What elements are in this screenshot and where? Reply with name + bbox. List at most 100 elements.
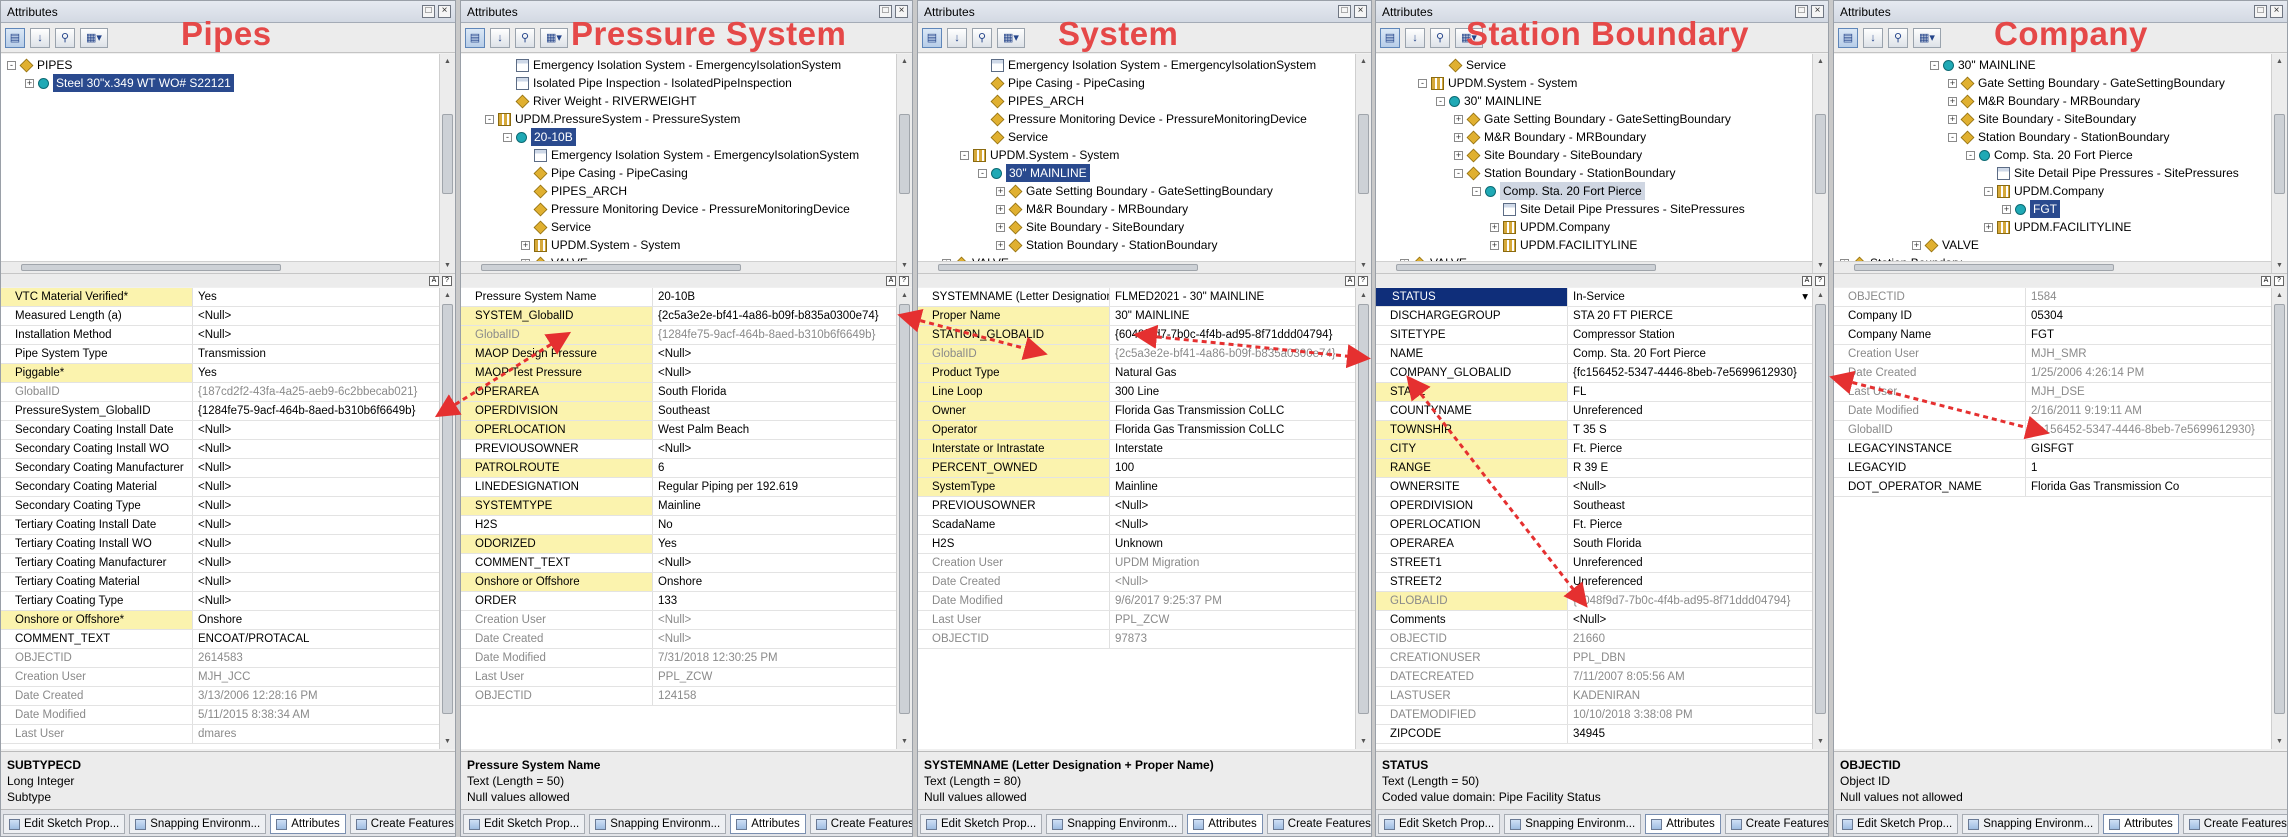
tree-node[interactable]: Pipe Casing - PipeCasing xyxy=(461,164,896,182)
attribute-row[interactable]: DATECREATED 7/11/2007 8:05:56 AM xyxy=(1376,668,1812,687)
tree-node[interactable]: PIPES_ARCH xyxy=(461,182,896,200)
attribute-row[interactable]: GlobalID {fc156452-5347-4446-8beb-7e56996… xyxy=(1834,421,2271,440)
tree-node[interactable]: - UPDM.System - System xyxy=(1376,74,1812,92)
attribute-value[interactable]: West Palm Beach xyxy=(653,421,896,439)
tree-node[interactable]: + UPDM.FACILITYLINE xyxy=(1376,236,1812,254)
scroll-up-icon[interactable]: ▲ xyxy=(442,56,453,67)
attribute-row[interactable]: Date Created <Null> xyxy=(461,630,896,649)
sort-ascending-icon[interactable]: ↓ xyxy=(947,27,967,48)
scroll-thumb[interactable] xyxy=(481,264,741,271)
sort-icon[interactable]: A xyxy=(2261,276,2271,286)
tree-node-label[interactable]: PIPES_ARCH xyxy=(1008,92,1084,110)
tab-create-features[interactable]: Create Features xyxy=(349,814,455,834)
scroll-up-icon[interactable]: ▲ xyxy=(2274,56,2285,67)
close-icon[interactable]: × xyxy=(1811,5,1824,18)
attribute-value[interactable]: Unreferenced xyxy=(1568,573,1812,591)
attribute-value[interactable]: 05304 xyxy=(2026,307,2271,325)
attribute-row[interactable]: COMMENT_TEXT <Null> xyxy=(461,554,896,573)
attribute-row[interactable]: STATUS In-Service ▾ xyxy=(1376,288,1812,307)
attribute-value[interactable]: Yes xyxy=(193,288,439,306)
attribute-row[interactable]: VTC Material Verified* Yes xyxy=(1,288,439,307)
attribute-row[interactable]: STATE FL xyxy=(1376,383,1812,402)
attribute-value[interactable]: <Null> xyxy=(1110,516,1355,534)
attribute-row[interactable]: OPERDIVISION Southeast xyxy=(1376,497,1812,516)
find-related-icon[interactable]: ⚲ xyxy=(1888,27,1908,48)
attribute-grid[interactable]: OBJECTID 1584 Company ID 05304 Company Name F… xyxy=(1834,288,2271,749)
tree-node[interactable]: + M&R Boundary - MRBoundary xyxy=(1834,92,2271,110)
attribute-row[interactable]: Installation Method <Null> xyxy=(1,326,439,345)
attribute-value[interactable]: <Null> xyxy=(653,345,896,363)
close-icon[interactable]: × xyxy=(1354,5,1367,18)
panel-splitter[interactable]: A? xyxy=(1376,273,1828,287)
attribute-value[interactable]: <Null> xyxy=(193,535,439,553)
tree-node-label[interactable]: Station Boundary - StationBoundary xyxy=(1026,236,1217,254)
attribute-row[interactable]: RANGE R 39 E xyxy=(1376,459,1812,478)
tree-node-label[interactable]: Service xyxy=(551,218,591,236)
attribute-grid[interactable]: VTC Material Verified* Yes Measured Length… xyxy=(1,288,439,749)
attribute-row[interactable]: Creation User MJH_JCC xyxy=(1,668,439,687)
attribute-value[interactable]: Interstate xyxy=(1110,440,1355,458)
tree-node[interactable]: + Gate Setting Boundary - GateSettingBoun… xyxy=(918,182,1355,200)
scroll-thumb[interactable] xyxy=(899,114,910,194)
pin-icon[interactable]: □ xyxy=(422,5,435,18)
grid-scrollbar[interactable]: ▲ ▼ xyxy=(439,288,455,749)
attribute-row[interactable]: STATION_GLOBALID {6048f9d7-7b0c-4f4b-ad95… xyxy=(918,326,1355,345)
attribute-row[interactable]: Pipe System Type Transmission xyxy=(1,345,439,364)
pin-icon[interactable]: □ xyxy=(1795,5,1808,18)
attribute-row[interactable]: Pressure System Name 20-10B xyxy=(461,288,896,307)
expand-icon[interactable]: + xyxy=(1948,96,1957,106)
help-icon[interactable]: ? xyxy=(2274,276,2284,286)
attribute-row[interactable]: Piggable* Yes xyxy=(1,364,439,383)
tree-node-label[interactable]: Gate Setting Boundary - GateSettingBound… xyxy=(1978,74,2225,92)
tree-node[interactable]: Isolated Pipe Inspection - IsolatedPipeI… xyxy=(461,74,896,92)
attribute-row[interactable]: Onshore or Offshore Onshore xyxy=(461,573,896,592)
attribute-row[interactable]: Date Created 3/13/2006 12:28:16 PM xyxy=(1,687,439,706)
tree-node-label[interactable]: Pressure Monitoring Device - PressureMon… xyxy=(551,200,850,218)
attribute-row[interactable]: LASTUSER KADENIRAN xyxy=(1376,687,1812,706)
scroll-thumb[interactable] xyxy=(442,114,453,194)
attribute-value[interactable]: <Null> xyxy=(1568,478,1812,496)
tree-node-label[interactable]: Pipe Casing - PipeCasing xyxy=(1008,74,1145,92)
attribute-row[interactable]: Tertiary Coating Install WO <Null> xyxy=(1,535,439,554)
scroll-thumb[interactable] xyxy=(938,264,1198,271)
scroll-down-icon[interactable]: ▼ xyxy=(2274,260,2285,271)
pin-icon[interactable]: □ xyxy=(879,5,892,18)
tree-scrollbar[interactable]: ▲ ▼ xyxy=(1355,54,1371,273)
attribute-value[interactable]: Florida Gas Transmission CoLLC xyxy=(1110,402,1355,420)
attribute-row[interactable]: DOT_OPERATOR_NAME Florida Gas Transmissio… xyxy=(1834,478,2271,497)
tree-node[interactable]: + M&R Boundary - MRBoundary xyxy=(1376,128,1812,146)
tree-node-label[interactable]: Emergency Isolation System - EmergencyIs… xyxy=(1008,56,1316,74)
tree-node-label[interactable]: Site Detail Pipe Pressures - SitePressur… xyxy=(2014,164,2239,182)
attribute-row[interactable]: ZIPCODE 34945 xyxy=(1376,725,1812,744)
tree-node-label[interactable]: River Weight - RIVERWEIGHT xyxy=(533,92,697,110)
attribute-row[interactable]: OPERDIVISION Southeast xyxy=(461,402,896,421)
attribute-row[interactable]: Tertiary Coating Material <Null> xyxy=(1,573,439,592)
tree-node-label[interactable]: Pressure Monitoring Device - PressureMon… xyxy=(1008,110,1307,128)
attribute-row[interactable]: Tertiary Coating Type <Null> xyxy=(1,592,439,611)
attribute-row[interactable]: STREET1 Unreferenced xyxy=(1376,554,1812,573)
tree-node-label[interactable]: PIPES_ARCH xyxy=(551,182,627,200)
attribute-value[interactable]: <Null> xyxy=(193,478,439,496)
attribute-row[interactable]: H2S No xyxy=(461,516,896,535)
attribute-value[interactable]: Transmission xyxy=(193,345,439,363)
tab-create-features[interactable]: Create Features xyxy=(1724,814,1828,834)
attribute-value[interactable]: {2c5a3e2e-bf41-4a86-b09f-b835a0300e74} xyxy=(653,307,896,325)
list-by-layer-icon[interactable]: ▤ xyxy=(1838,27,1858,48)
tree-node[interactable]: - 30" MAINLINE xyxy=(1834,56,2271,74)
tree-node-label[interactable]: VALVE xyxy=(1942,236,1979,254)
attribute-row[interactable]: Date Modified 5/11/2015 8:38:34 AM xyxy=(1,706,439,725)
options-dropdown-icon[interactable]: ▦▾ xyxy=(540,27,568,48)
tab-snapping-environm[interactable]: Snapping Environm... xyxy=(1962,814,2100,834)
scroll-up-icon[interactable]: ▲ xyxy=(1358,290,1369,301)
collapse-icon[interactable]: - xyxy=(1948,132,1957,142)
expand-icon[interactable]: + xyxy=(1912,240,1921,250)
scroll-thumb[interactable] xyxy=(442,304,453,714)
attribute-row[interactable]: Last User dmares xyxy=(1,725,439,744)
attribute-value[interactable]: South Florida xyxy=(653,383,896,401)
attribute-row[interactable]: Company Name FGT xyxy=(1834,326,2271,345)
sort-icon[interactable]: A xyxy=(886,276,896,286)
tree-node[interactable]: + FGT xyxy=(1834,200,2271,218)
attribute-row[interactable]: Last User PPL_ZCW xyxy=(461,668,896,687)
attribute-row[interactable]: Last User MJH_DSE xyxy=(1834,383,2271,402)
chevron-down-icon[interactable]: ▾ xyxy=(1802,288,1808,306)
